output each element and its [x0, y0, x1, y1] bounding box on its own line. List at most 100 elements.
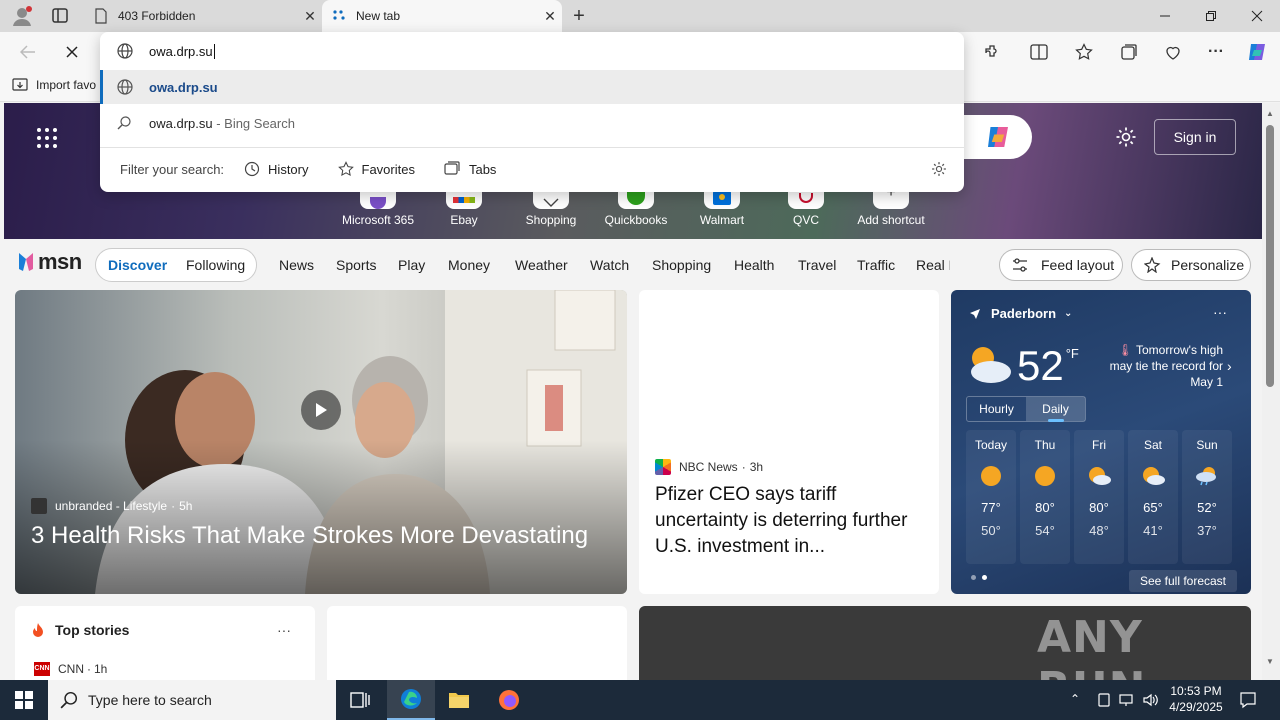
nav-shopping[interactable]: Shopping — [652, 257, 711, 273]
split-screen-icon[interactable] — [1025, 38, 1053, 66]
story-source: NBC News — [679, 460, 738, 474]
more-menu-icon[interactable]: ··· — [1202, 38, 1230, 66]
nav-sports[interactable]: Sports — [336, 257, 376, 273]
play-icon[interactable] — [301, 390, 341, 430]
filter-favorites[interactable]: Favorites — [337, 161, 415, 177]
shortcut-label: Walmart — [699, 213, 745, 227]
sunny-icon — [1035, 466, 1055, 486]
flame-icon — [31, 622, 45, 638]
tab-forbidden[interactable]: 403 Forbidden ✕ — [84, 0, 322, 32]
carousel-dots[interactable] — [971, 575, 987, 580]
tab-actions-icon[interactable] — [50, 7, 70, 25]
nav-weather[interactable]: Weather — [515, 257, 568, 273]
suggestion-url[interactable]: owa.drp.su — [100, 70, 964, 104]
tab-discover[interactable]: Discover — [108, 257, 167, 273]
nav-watch[interactable]: Watch — [590, 257, 629, 273]
nav-health[interactable]: Health — [734, 257, 774, 273]
nav-real-estate[interactable]: Real E — [916, 257, 950, 273]
minimize-button[interactable] — [1142, 0, 1188, 32]
main-story-card[interactable]: unbranded - Lifestyle · 5h 3 Health Risk… — [15, 290, 627, 594]
personalize-button[interactable]: Personalize — [1131, 249, 1251, 281]
edge-taskbar-icon[interactable] — [387, 680, 435, 720]
story-headline[interactable]: 3 Health Risks That Make Strokes More De… — [31, 522, 588, 550]
notifications-icon[interactable] — [1238, 690, 1258, 710]
feed-layout-button[interactable]: Feed layout — [999, 249, 1123, 281]
partly-cloudy-icon — [1141, 466, 1165, 486]
taskbar-search-box[interactable]: Type here to search — [48, 680, 336, 720]
import-icon — [12, 77, 30, 93]
copilot-icon[interactable] — [1243, 38, 1271, 66]
device-icon[interactable] — [1096, 692, 1112, 708]
sign-in-button[interactable]: Sign in — [1154, 119, 1236, 155]
see-full-forecast-link[interactable]: See full forecast — [1129, 570, 1237, 592]
back-icon[interactable] — [14, 38, 42, 66]
clock[interactable]: 10:53 PM 4/29/2025 — [1166, 683, 1226, 715]
extensions-icon[interactable] — [977, 38, 1005, 66]
msn-butterfly-icon — [19, 253, 33, 271]
nav-traffic[interactable]: Traffic — [857, 257, 895, 273]
video-card[interactable]: ANY RUN — [639, 606, 1251, 680]
search-filter-row: Filter your search: History Favorites Ta… — [100, 148, 964, 190]
network-icon[interactable] — [1118, 692, 1136, 708]
forecast-day[interactable]: Fri 80° 48° — [1074, 430, 1124, 564]
close-window-button[interactable] — [1234, 0, 1280, 32]
msn-logo[interactable]: msn — [16, 249, 82, 275]
task-view-icon[interactable] — [348, 688, 372, 712]
file-explorer-icon[interactable] — [447, 688, 471, 712]
forecast-day[interactable]: Today 77° 50° — [966, 430, 1016, 564]
address-input[interactable]: owa.drp.su — [149, 44, 213, 59]
windows-logo-icon — [15, 691, 33, 709]
scroll-down-icon[interactable]: ▼ — [1266, 657, 1274, 666]
close-tab-icon[interactable]: ✕ — [298, 4, 322, 28]
search-settings-gear-icon[interactable] — [931, 161, 947, 177]
location-selector[interactable]: Paderborn ⌄ — [969, 306, 1072, 321]
scroll-up-icon[interactable]: ▲ — [1266, 109, 1274, 118]
apps-launcher-icon[interactable] — [36, 127, 58, 149]
collections-icon[interactable] — [1115, 38, 1143, 66]
nav-news[interactable]: News — [279, 257, 314, 273]
temp-unit[interactable]: °F — [1066, 346, 1079, 361]
restore-button[interactable] — [1188, 0, 1234, 32]
side-story-card[interactable]: NBC News · 3h Pfizer CEO says tariff unc… — [639, 290, 939, 594]
start-button[interactable] — [0, 680, 48, 720]
show-hidden-icons[interactable]: ⌃ — [1070, 692, 1080, 706]
profile-icon[interactable] — [10, 5, 34, 27]
suggestion-search[interactable]: owa.drp.su - Bing Search — [100, 106, 964, 140]
story-headline[interactable]: Pfizer CEO says tariff uncertainty is de… — [655, 482, 919, 560]
stop-loading-icon[interactable] — [58, 38, 86, 66]
more-options-icon[interactable]: ··· — [277, 622, 291, 638]
tab-following[interactable]: Following — [186, 257, 245, 273]
forecast-day[interactable]: Sun 52° 37° — [1182, 430, 1232, 564]
close-tab-icon[interactable]: ✕ — [538, 4, 562, 28]
msn-nav-bar: msn Discover Following News Sports Play … — [0, 239, 1262, 287]
nav-money[interactable]: Money — [448, 257, 490, 273]
copilot-search-icon[interactable] — [964, 115, 1032, 159]
settings-gear-icon[interactable] — [1115, 126, 1137, 148]
tab-hourly[interactable]: Hourly — [967, 397, 1026, 421]
scroll-thumb[interactable] — [1266, 125, 1274, 387]
nav-play[interactable]: Play — [398, 257, 425, 273]
record-alert[interactable]: 🌡 Tomorrow's high may tie the record for… — [1103, 342, 1223, 390]
tab-new-tab[interactable]: New tab ✕ — [322, 0, 562, 32]
new-tab-button[interactable]: + — [566, 4, 592, 28]
firefox-icon[interactable] — [497, 688, 521, 712]
chevron-right-icon[interactable]: › — [1227, 358, 1232, 374]
favorites-star-icon[interactable] — [1070, 38, 1098, 66]
volume-icon[interactable] — [1142, 692, 1160, 708]
forecast-day[interactable]: Thu 80° 54° — [1020, 430, 1070, 564]
filter-history[interactable]: History — [244, 161, 309, 177]
vertical-scrollbar[interactable]: ▲ ▼ — [1262, 103, 1280, 680]
address-input-row[interactable]: owa.drp.su — [100, 32, 964, 70]
filter-tabs[interactable]: Tabs — [444, 161, 496, 177]
msn-wordmark: msn — [38, 249, 82, 274]
forecast-day[interactable]: Sat 65° 41° — [1128, 430, 1178, 564]
more-options-icon[interactable]: ··· — [1213, 304, 1227, 320]
search-placeholder: Type here to search — [88, 692, 212, 708]
browser-essentials-icon[interactable] — [1159, 38, 1187, 66]
import-favorites-button[interactable]: Import favo — [12, 77, 96, 93]
feed-card-placeholder[interactable] — [327, 606, 627, 680]
nav-travel[interactable]: Travel — [798, 257, 836, 273]
thermometer-icon: 🌡 — [1117, 343, 1133, 357]
tab-title: 403 Forbidden — [118, 9, 196, 23]
tab-daily[interactable]: Daily — [1026, 397, 1085, 422]
